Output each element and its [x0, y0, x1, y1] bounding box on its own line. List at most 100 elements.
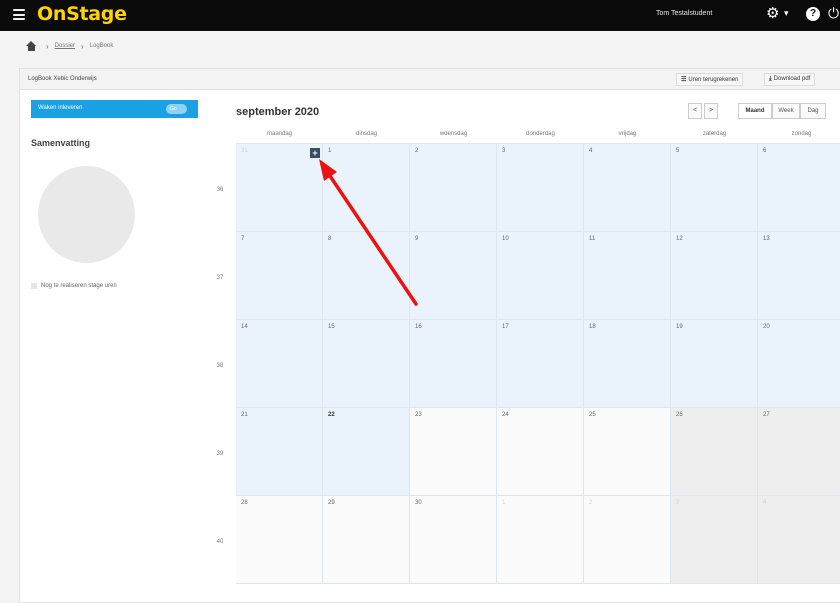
weekday-header: vrijdag — [618, 131, 637, 137]
weekday-header: maandag — [266, 131, 293, 137]
week-number: 38 — [216, 363, 224, 369]
power-icon[interactable]: ⏻ — [828, 5, 839, 22]
breadcrumb-logbook: LogBook — [89, 43, 114, 49]
calendar-day[interactable]: 1 — [497, 496, 584, 584]
calendar-day[interactable]: 28 — [236, 496, 323, 584]
breadcrumb-dossier[interactable]: Dossier — [55, 43, 75, 49]
day-number: 30 — [415, 500, 422, 506]
calendar-day[interactable]: 4 — [584, 144, 671, 232]
day-number: 29 — [328, 500, 335, 506]
day-number: 12 — [676, 236, 683, 242]
view-day-button[interactable]: Dag — [800, 103, 826, 119]
calendar-day[interactable]: 29 — [323, 496, 410, 584]
day-number: 25 — [589, 412, 596, 418]
calendar-day[interactable]: 5 — [671, 144, 758, 232]
gear-icon[interactable]: ⚙ — [766, 6, 779, 22]
next-month-button[interactable]: > — [704, 103, 718, 119]
day-number: 22 — [328, 412, 335, 418]
day-number: 21 — [241, 412, 248, 418]
weekday-header: zaterdag — [702, 131, 727, 137]
week-number: 40 — [216, 539, 224, 545]
uren-terugrekenen-button[interactable]: ☰ Uren terugrekenen — [676, 73, 744, 86]
day-number: 28 — [241, 500, 248, 506]
user-name[interactable]: Tom Testalstudent — [656, 10, 712, 17]
day-number: 6 — [763, 148, 767, 154]
calendar-day[interactable]: 9 — [410, 232, 497, 320]
day-number: 24 — [502, 412, 509, 418]
calendar-day[interactable]: 23 — [410, 408, 497, 496]
day-number: 26 — [676, 412, 683, 418]
caret-down-icon[interactable]: ▾ — [784, 8, 789, 19]
day-number: 18 — [589, 324, 596, 330]
calendar-day[interactable]: 16 — [410, 320, 497, 408]
calendar-day[interactable]: 7 — [236, 232, 323, 320]
calendar-day[interactable]: 12 — [671, 232, 758, 320]
go-toggle-label: Go — [170, 106, 177, 112]
day-number: 8 — [328, 236, 332, 242]
calendar-day[interactable]: 17 — [497, 320, 584, 408]
day-number: 4 — [763, 500, 767, 506]
calendar-day-today[interactable]: 22 — [323, 408, 410, 496]
add-entry-button[interactable]: + — [310, 148, 320, 158]
day-number: 1 — [328, 148, 332, 154]
uren-terugrekenen-label: Uren terugrekenen — [688, 77, 739, 83]
calendar-day[interactable]: 4 — [758, 496, 840, 584]
calendar-day[interactable]: 2 — [584, 496, 671, 584]
calendar-day[interactable]: 19 — [671, 320, 758, 408]
calendar-day[interactable]: 21 — [236, 408, 323, 496]
home-icon[interactable] — [26, 41, 37, 51]
calendar-day[interactable]: 1 — [323, 144, 410, 232]
top-navigation-bar: OnStage Tom Testalstudent ⚙ ▾ ? ⏻ — [0, 0, 840, 31]
day-number: 13 — [763, 236, 770, 242]
view-week-button[interactable]: Week — [772, 103, 800, 119]
calendar-day[interactable]: 14 — [236, 320, 323, 408]
day-number: 2 — [589, 500, 593, 506]
calendar-day[interactable]: 20 — [758, 320, 840, 408]
day-number: 20 — [763, 324, 770, 330]
prev-month-button[interactable]: < — [688, 103, 702, 119]
summary-title: Samenvatting — [31, 138, 91, 148]
view-month-button[interactable]: Maand — [738, 103, 772, 119]
day-number: 9 — [415, 236, 419, 242]
calendar-day[interactable]: 27 — [758, 408, 840, 496]
panel-title: LogBook Xebic Onderwijs — [28, 76, 97, 82]
day-number: 23 — [415, 412, 422, 418]
list-icon: ☰ — [681, 77, 687, 83]
calendar-day[interactable]: 11 — [584, 232, 671, 320]
calendar-day[interactable]: 15 — [323, 320, 410, 408]
menu-icon[interactable] — [13, 9, 25, 20]
calendar-day[interactable]: 25 — [584, 408, 671, 496]
calendar-day[interactable]: 30 — [410, 496, 497, 584]
calendar-day[interactable]: 18 — [584, 320, 671, 408]
day-number: 27 — [763, 412, 770, 418]
day-number: 4 — [589, 148, 593, 154]
day-number: 16 — [415, 324, 422, 330]
calendar-day[interactable]: 3 — [671, 496, 758, 584]
day-number: 7 — [241, 236, 245, 242]
calendar-day[interactable]: 6 — [758, 144, 840, 232]
waken-inleveren-bar[interactable]: Waken inleveren Go — [31, 100, 198, 118]
waken-inleveren-label: Waken inleveren — [38, 105, 83, 111]
go-toggle[interactable]: Go — [166, 104, 187, 114]
calendar-day[interactable]: 8 — [323, 232, 410, 320]
download-pdf-button[interactable]: ⤓ Download pdf — [764, 73, 816, 86]
calendar-day[interactable]: 24 — [497, 408, 584, 496]
calendar-day[interactable]: 13 — [758, 232, 840, 320]
calendar-day[interactable]: 3 — [497, 144, 584, 232]
day-number: 2 — [415, 148, 419, 154]
app-logo[interactable]: OnStage — [37, 3, 127, 25]
week-number: 37 — [216, 275, 224, 281]
calendar-day[interactable]: 2 — [410, 144, 497, 232]
day-number: 3 — [676, 500, 680, 506]
week-number: 36 — [216, 187, 224, 193]
download-pdf-label: Download pdf — [773, 76, 811, 82]
day-number: 10 — [502, 236, 509, 242]
week-number: 39 — [216, 451, 224, 457]
legend-swatch — [31, 283, 37, 289]
calendar-day[interactable]: 26 — [671, 408, 758, 496]
calendar-day[interactable]: 10 — [497, 232, 584, 320]
chevron-right-icon: › — [81, 41, 84, 51]
day-number: 31 — [241, 148, 248, 154]
help-icon[interactable]: ? — [806, 7, 820, 21]
breadcrumb: › Dossier › LogBook — [26, 40, 113, 52]
